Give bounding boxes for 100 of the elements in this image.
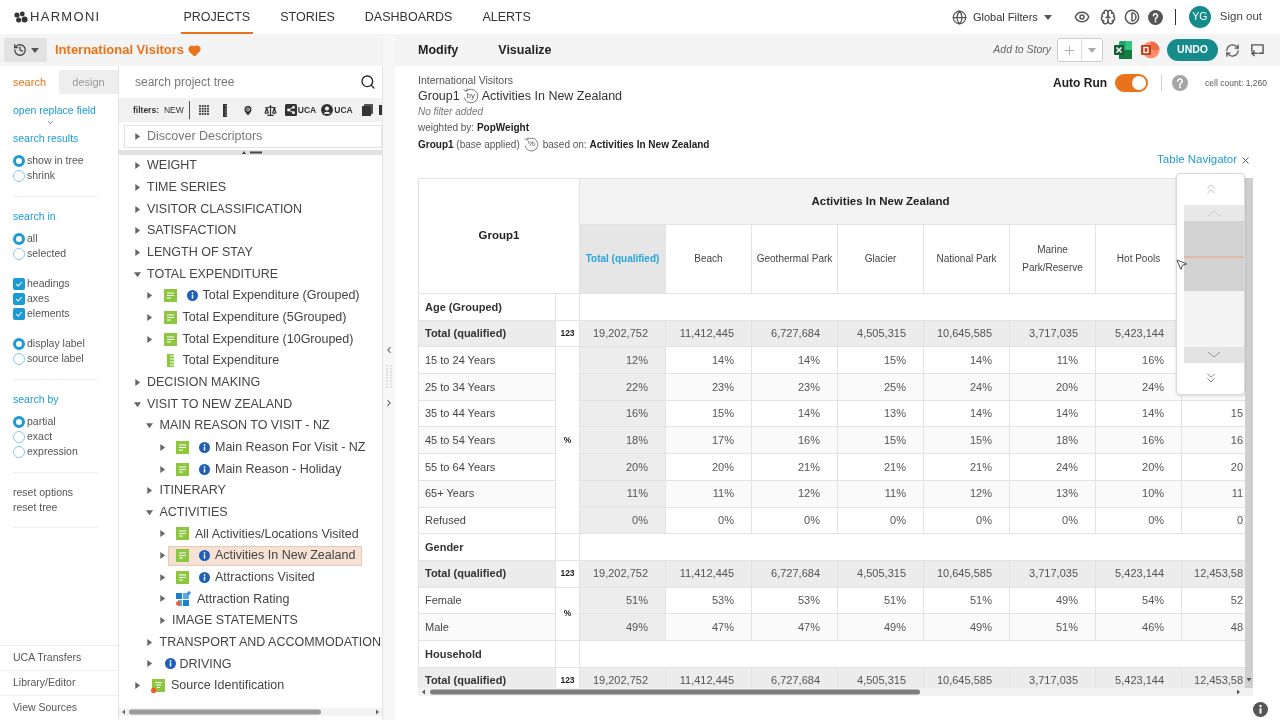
info-icon[interactable]	[199, 463, 210, 475]
new-filter-button[interactable]: NEW	[164, 103, 184, 117]
spreadsheet-icon[interactable]	[1113, 40, 1134, 60]
tree-item[interactable]: Attraction Rating	[168, 588, 297, 609]
caret-icon[interactable]	[158, 573, 166, 581]
radio-option[interactable]: display label	[13, 336, 85, 351]
caret-icon[interactable]	[146, 487, 153, 495]
swap-axes-button[interactable]: by	[461, 87, 480, 105]
tree-item[interactable]: MAIN REASON TO VISIT - NZ	[155, 415, 337, 436]
tree-item[interactable]: DRIVING	[155, 653, 239, 674]
tree-item[interactable]: Activities In New Zealand	[168, 545, 363, 566]
radio-icon[interactable]	[13, 169, 25, 182]
caret-icon[interactable]	[146, 335, 153, 343]
caret-icon[interactable]	[146, 508, 153, 516]
column-header[interactable]: Beach	[665, 224, 752, 294]
close-icon[interactable]	[1240, 154, 1251, 166]
caret-icon[interactable]	[133, 133, 141, 140]
checkbox-icon[interactable]	[13, 292, 25, 305]
user-avatar[interactable]: YG	[1188, 6, 1211, 28]
nav-tab[interactable]: DASHBOARDS	[361, 0, 456, 34]
caret-icon[interactable]	[133, 162, 141, 170]
info-icon[interactable]	[186, 290, 198, 302]
radio-option[interactable]: show in tree	[13, 153, 84, 168]
percent-base-button[interactable]: %	[522, 135, 540, 153]
tree-item[interactable]: ITINERARY	[155, 480, 233, 501]
window-arrow-icon[interactable]	[1249, 42, 1264, 58]
caret-icon[interactable]	[133, 682, 141, 690]
radio-icon[interactable]	[13, 430, 25, 443]
caret-icon[interactable]	[158, 443, 166, 451]
mode-tab[interactable]: Modify	[418, 40, 459, 60]
radio-option[interactable]: partial	[13, 414, 56, 429]
caret-icon[interactable]	[158, 530, 166, 538]
caret-icon[interactable]	[158, 552, 166, 560]
caret-icon[interactable]	[146, 292, 153, 300]
info-icon[interactable]	[164, 658, 176, 670]
nav-tab[interactable]: STORIES	[277, 0, 338, 34]
checkbox-option[interactable]: headings	[13, 276, 70, 291]
radio-icon[interactable]	[13, 415, 25, 428]
refresh-icon[interactable]	[1225, 42, 1240, 58]
heart-icon[interactable]	[188, 43, 202, 57]
info-icon[interactable]	[199, 550, 210, 562]
tree-item[interactable]: Main Reason For Visit - NZ	[168, 437, 373, 458]
info-icon[interactable]	[1253, 702, 1268, 717]
caret-icon[interactable]	[158, 465, 166, 473]
tree-item[interactable]: DECISION MAKING	[143, 372, 268, 393]
search-icon[interactable]	[360, 74, 376, 90]
checkbox-option[interactable]: elements	[13, 306, 70, 321]
nav-tab[interactable]: ALERTS	[479, 0, 534, 34]
radio-option[interactable]: expression	[13, 444, 78, 459]
tree-item[interactable]: TIME SERIES	[143, 177, 234, 198]
undo-button[interactable]: UNDO	[1167, 39, 1218, 61]
caret-icon[interactable]	[133, 248, 141, 256]
tree-item[interactable]: SATISFACTION	[143, 220, 244, 241]
radio-icon[interactable]	[13, 232, 25, 245]
caret-icon[interactable]	[133, 400, 141, 408]
search-field[interactable]: search project tree	[135, 70, 360, 94]
radio-option[interactable]: shrink	[13, 168, 55, 183]
help-icon[interactable]	[1147, 9, 1163, 25]
resize-handle-icon[interactable]	[239, 150, 262, 155]
tree-item[interactable]: All Activities/Locations Visited	[168, 524, 366, 544]
tree-item[interactable]: VISITOR CLASSIFICATION	[143, 199, 310, 220]
chevron-left-icon[interactable]	[384, 345, 394, 355]
history-dropdown[interactable]	[4, 38, 47, 62]
radio-option[interactable]: source label	[13, 351, 84, 366]
horizontal-scrollbar[interactable]	[119, 708, 382, 716]
radio-icon[interactable]	[13, 337, 25, 350]
caret-icon[interactable]	[158, 617, 166, 625]
map-pin-icon[interactable]	[241, 103, 254, 117]
info-icon[interactable]	[199, 441, 210, 453]
tree-item[interactable]: Source Identification	[143, 675, 292, 696]
tree-item[interactable]: ACTIVITIES	[155, 502, 235, 523]
uca-filter-button[interactable]: UCA	[284, 103, 317, 117]
tree-item[interactable]: Total Expenditure (Grouped)	[155, 285, 367, 306]
checkbox-icon[interactable]	[13, 277, 25, 290]
column-header[interactable]: Marine Park/Reserve	[1009, 224, 1096, 294]
column-header[interactable]: Glacier	[837, 224, 924, 294]
tree-item[interactable]: LENGTH OF STAY	[143, 242, 260, 263]
stack-icon[interactable]	[361, 104, 373, 116]
caret-icon[interactable]	[133, 270, 141, 278]
tree-item[interactable]: Total Expenditure (10Grouped)	[155, 329, 361, 350]
tree-item[interactable]: Attractions Visited	[168, 567, 322, 588]
radio-option[interactable]: all	[13, 231, 38, 246]
caret-icon[interactable]	[133, 227, 141, 235]
horizontal-scrollbar[interactable]	[418, 688, 1253, 696]
tree-item[interactable]: TOTAL EXPENDITURE	[143, 264, 286, 285]
radio-icon[interactable]	[13, 445, 25, 458]
radio-option[interactable]: selected	[13, 246, 67, 261]
global-filters-dropdown[interactable]: Global Filters	[952, 8, 1052, 26]
caret-icon[interactable]	[146, 660, 153, 668]
grip-icon[interactable]	[386, 365, 392, 388]
ruler-icon[interactable]	[222, 103, 227, 117]
tree-item[interactable]: Total Expenditure (5Grouped)	[155, 307, 354, 328]
mode-tab[interactable]: Visualize	[498, 40, 552, 60]
caret-icon[interactable]	[146, 422, 153, 430]
scale-icon[interactable]	[263, 103, 277, 117]
brain-icon[interactable]	[1099, 9, 1116, 25]
caret-icon[interactable]	[158, 595, 166, 603]
caret-icon[interactable]	[133, 378, 141, 386]
chevron-right-icon[interactable]	[384, 398, 394, 408]
info-icon[interactable]	[199, 571, 210, 583]
